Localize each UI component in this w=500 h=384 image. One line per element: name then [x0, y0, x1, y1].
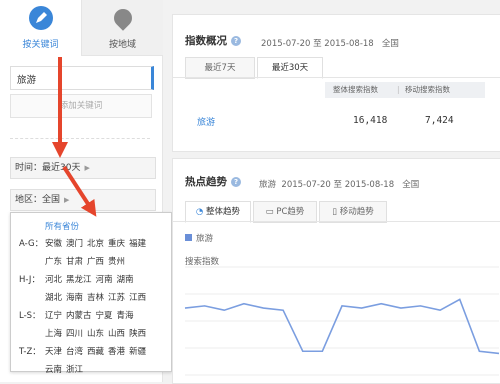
arrow-to-region-dropdown	[62, 165, 97, 217]
annotation-arrows	[52, 57, 97, 217]
